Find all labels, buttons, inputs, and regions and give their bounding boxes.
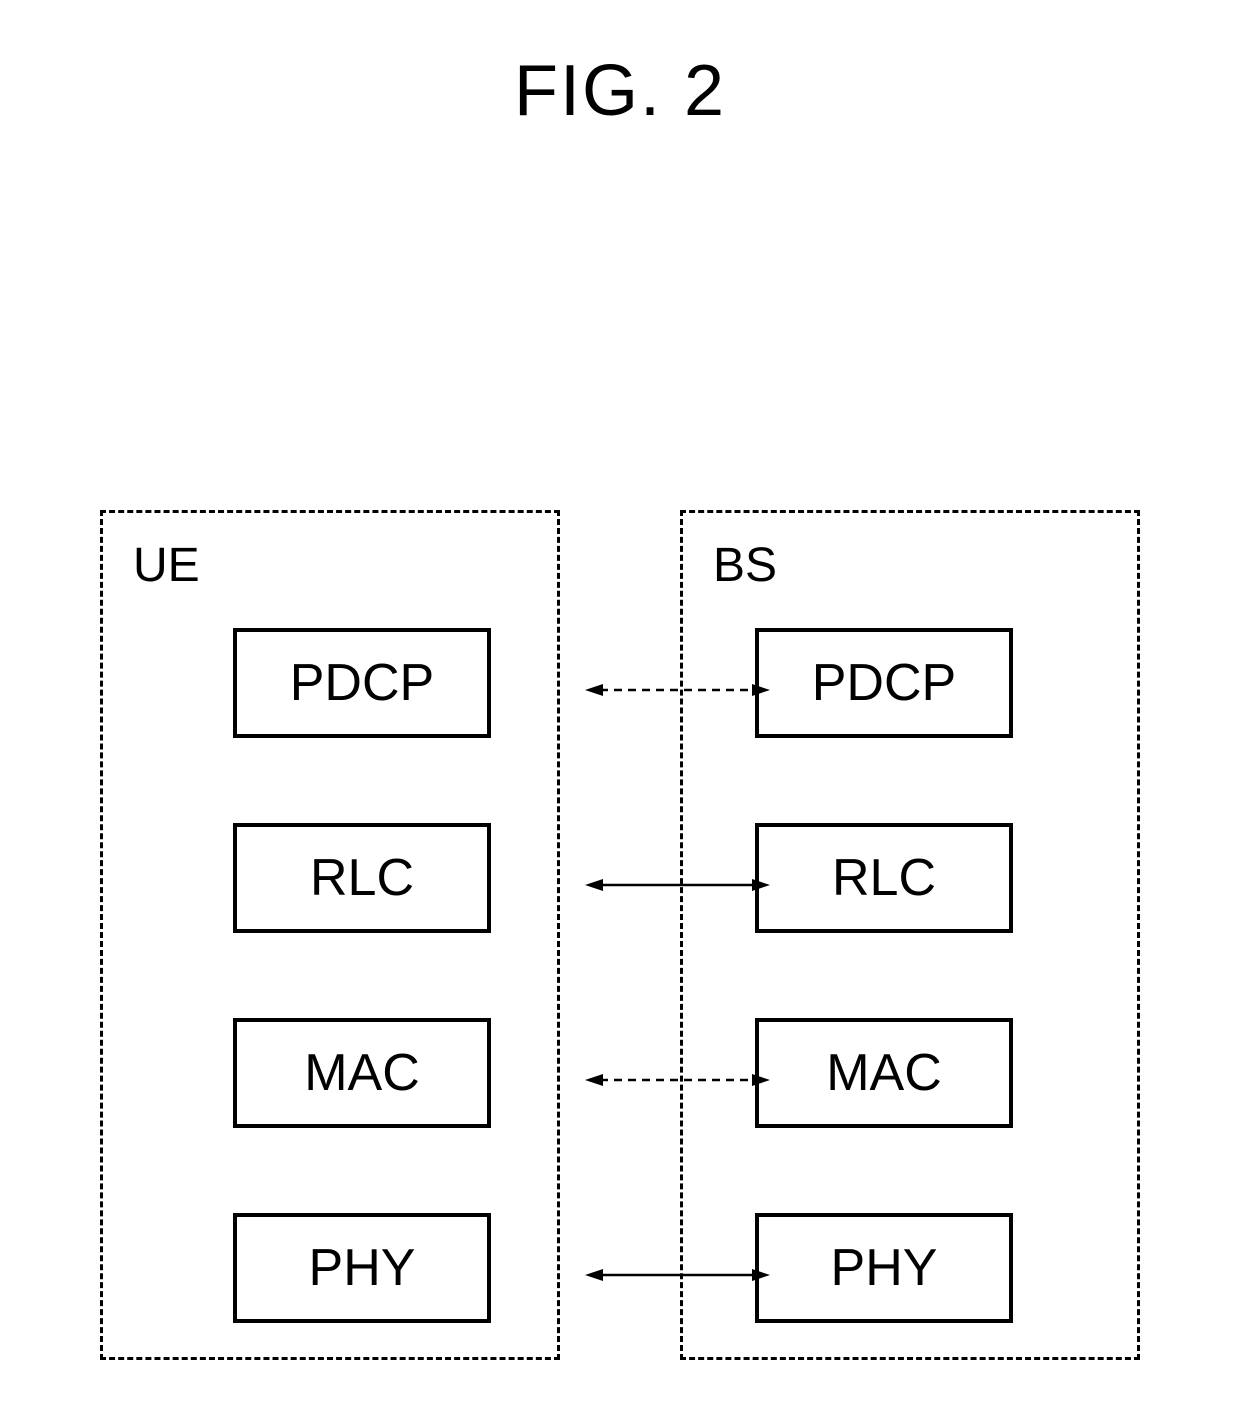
diagram-container: UE PDCP RLC MAC PHY BS PDCP RLC MAC PHY bbox=[100, 510, 1140, 1370]
ue-mac-layer: MAC bbox=[233, 1018, 491, 1128]
mac-connection-arrow bbox=[585, 1070, 770, 1090]
ue-phy-layer: PHY bbox=[233, 1213, 491, 1323]
figure-title: FIG. 2 bbox=[0, 50, 1240, 132]
ue-rlc-layer: RLC bbox=[233, 823, 491, 933]
rlc-connection-arrow bbox=[585, 875, 770, 895]
ue-label: UE bbox=[133, 538, 200, 593]
bs-mac-layer: MAC bbox=[755, 1018, 1013, 1128]
ue-pdcp-layer: PDCP bbox=[233, 628, 491, 738]
bs-pdcp-layer: PDCP bbox=[755, 628, 1013, 738]
bs-phy-layer: PHY bbox=[755, 1213, 1013, 1323]
bs-label: BS bbox=[713, 538, 777, 593]
pdcp-connection-arrow bbox=[585, 680, 770, 700]
phy-connection-arrow bbox=[585, 1265, 770, 1285]
bs-rlc-layer: RLC bbox=[755, 823, 1013, 933]
ue-stack-box: UE PDCP RLC MAC PHY bbox=[100, 510, 560, 1360]
bs-stack-box: BS PDCP RLC MAC PHY bbox=[680, 510, 1140, 1360]
